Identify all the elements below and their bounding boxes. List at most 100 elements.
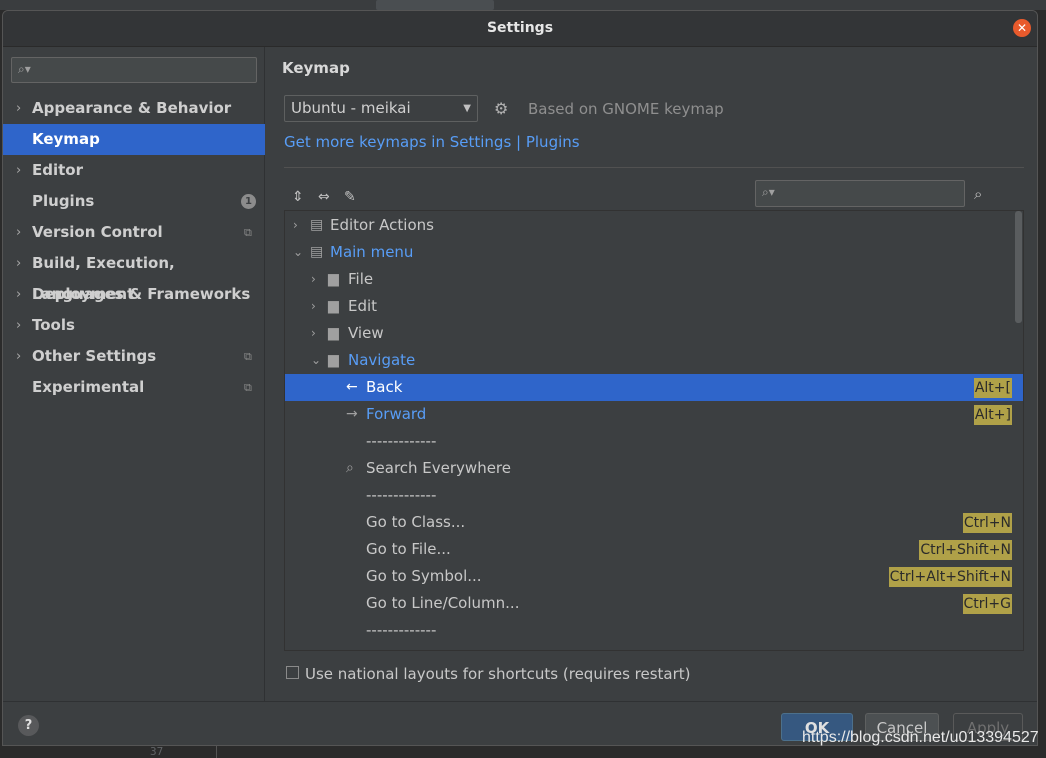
tree-row[interactable]: ------------- [285, 617, 1023, 644]
sidebar-item-label: Experimental [32, 378, 145, 396]
edit-shortcut-icon[interactable]: ✎ [344, 189, 356, 205]
sidebar-item-label: Version Control [32, 223, 163, 241]
folder-icon: ▆ [328, 271, 339, 287]
tree-row-label: Go to Class... [366, 513, 466, 531]
sidebar-item-version-control[interactable]: › Version Control ⧉ [3, 217, 265, 248]
collapse-all-icon[interactable]: ⇔ [318, 189, 330, 205]
keymap-tree[interactable]: › ▤ Editor Actions ⌄ ▤ Main menu › ▆ File › ▆ Edit ›… [284, 210, 1024, 651]
project-settings-icon: ⧉ [244, 226, 252, 239]
national-layouts-option[interactable]: Use national layouts for shortcuts (requ… [286, 665, 691, 683]
tree-row[interactable]: → Forward Alt+] [285, 401, 1023, 428]
keymap-dropdown[interactable]: Ubuntu - meikai ▼ [284, 95, 478, 122]
tree-row-label: Back [366, 378, 403, 396]
tree-row-label: File [348, 270, 374, 288]
tree-row[interactable]: › ▆ View [285, 320, 1023, 347]
tree-row-label: Go to Line/Column... [366, 594, 520, 612]
shortcut-badge: Ctrl+Alt+Shift+N [888, 567, 1012, 587]
national-layouts-label: Use national layouts for shortcuts (requ… [305, 665, 691, 683]
chevron-right-icon[interactable]: › [16, 310, 21, 341]
tree-row[interactable]: Go to File... Ctrl+Shift+N [285, 536, 1023, 563]
keymap-search-input[interactable]: ⌕▾ [755, 180, 965, 207]
background-ide-tabbar [0, 0, 1046, 10]
tree-row[interactable]: ⌕ Search Everywhere [285, 455, 1023, 482]
tree-row[interactable]: › ▆ Edit [285, 293, 1023, 320]
watermark-text: https://blog.csdn.net/u013394527 [802, 729, 1039, 746]
chevron-right-icon[interactable]: › [311, 320, 316, 347]
sidebar-item-build-execution-deployment[interactable]: › Build, Execution, Deployment [3, 248, 265, 303]
sidebar-item-label: Tools [32, 316, 75, 334]
expand-all-icon[interactable]: ⇕ [292, 189, 304, 205]
find-by-shortcut-icon[interactable]: ⌕ [974, 185, 982, 203]
update-count-badge: 1 [241, 194, 256, 209]
sidebar-item-editor[interactable]: › Editor [3, 155, 265, 186]
settings-sidebar: ⌕▾ › Appearance & Behavior Keymap › Editor Pl… [3, 47, 265, 701]
tree-row[interactable]: › ▆ File [285, 266, 1023, 293]
tree-row-label: ------------- [366, 432, 437, 450]
tree-row-label: Editor Actions [330, 216, 434, 234]
tree-row[interactable]: › ▤ Editor Actions [285, 212, 1023, 239]
chevron-right-icon[interactable]: › [16, 279, 21, 310]
close-icon[interactable]: ✕ [1013, 19, 1031, 37]
sidebar-item-languages-frameworks[interactable]: › Languages & Frameworks [3, 279, 265, 310]
dialog-titlebar: Settings ✕ [3, 11, 1037, 47]
back-arrow-icon: ← [346, 379, 358, 395]
national-layouts-checkbox[interactable] [286, 666, 299, 679]
based-on-label: Based on GNOME keymap [528, 100, 724, 118]
chevron-right-icon[interactable]: › [311, 266, 316, 293]
sidebar-item-experimental[interactable]: Experimental ⧉ [3, 372, 265, 403]
tree-row-label: Edit [348, 297, 378, 315]
search-icon: ⌕▾ [762, 185, 775, 199]
tree-row[interactable]: Go to Class... Ctrl+N [285, 509, 1023, 536]
settings-dialog: Settings ✕ ⌕▾ › Appearance & Behavior Keym… [2, 10, 1038, 746]
dialog-title: Settings [486, 20, 554, 36]
main-menu-icon: ▤ [310, 244, 324, 260]
chevron-right-icon[interactable]: › [293, 212, 298, 239]
sidebar-item-plugins[interactable]: Plugins 1 [3, 186, 265, 217]
chevron-right-icon[interactable]: › [16, 217, 21, 248]
shortcut-badge: Ctrl+G [962, 594, 1012, 614]
tree-row[interactable]: ← Back Alt+[ [285, 374, 1023, 401]
tree-row[interactable]: ------------- [285, 482, 1023, 509]
chevron-right-icon[interactable]: › [16, 341, 21, 372]
tree-row-label: Go to Symbol... [366, 567, 482, 585]
more-keymaps-link[interactable]: Get more keymaps in Settings | Plugins [284, 133, 580, 151]
folder-icon: ▆ [328, 325, 339, 341]
background-tab [376, 0, 494, 10]
chevron-down-icon[interactable]: ⌄ [293, 239, 303, 266]
chevron-down-icon: ▼ [463, 103, 471, 114]
tree-row-label: Search Everywhere [366, 459, 511, 477]
sidebar-item-appearance-behavior[interactable]: › Appearance & Behavior [3, 93, 265, 124]
sidebar-item-label: Editor [32, 161, 83, 179]
shortcut-badge: Alt+[ [973, 378, 1012, 398]
shortcut-badge: Alt+] [973, 405, 1012, 425]
sidebar-item-label: Plugins [32, 192, 95, 210]
tree-row[interactable]: ⌄ ▤ Main menu [285, 239, 1023, 266]
divider [284, 167, 1024, 168]
sidebar-item-other-settings[interactable]: › Other Settings ⧉ [3, 341, 265, 372]
chevron-right-icon[interactable]: › [16, 93, 21, 124]
search-icon: ⌕ [346, 460, 354, 476]
sidebar-search-input[interactable]: ⌕▾ [11, 57, 257, 83]
tree-row[interactable]: Go to Symbol... Ctrl+Alt+Shift+N [285, 563, 1023, 590]
tree-row[interactable]: ------------- [285, 428, 1023, 455]
help-button[interactable]: ? [18, 715, 39, 736]
tree-scrollbar[interactable] [1015, 211, 1022, 323]
tree-row-label: Go to File... [366, 540, 451, 558]
tree-row-label: ------------- [366, 621, 437, 639]
tree-row-label: Forward [366, 405, 427, 423]
tree-row[interactable]: ⌄ ▆ Navigate [285, 347, 1023, 374]
chevron-right-icon[interactable]: › [311, 293, 316, 320]
sidebar-item-label: Languages & Frameworks [32, 285, 251, 303]
folder-icon: ▆ [328, 298, 339, 314]
background-line-number: 37 [150, 745, 164, 758]
keymap-dropdown-value: Ubuntu - meikai [291, 99, 411, 117]
tree-row[interactable]: Go to Line/Column... Ctrl+G [285, 590, 1023, 617]
sidebar-item-keymap[interactable]: Keymap [3, 124, 265, 155]
chevron-right-icon[interactable]: › [16, 155, 21, 186]
chevron-right-icon[interactable]: › [16, 248, 21, 279]
tree-row-label: ------------- [366, 486, 437, 504]
chevron-down-icon[interactable]: ⌄ [311, 347, 321, 374]
sidebar-item-tools[interactable]: › Tools [3, 310, 265, 341]
search-icon: ⌕▾ [18, 62, 31, 76]
gear-icon[interactable]: ⚙ [494, 99, 508, 118]
